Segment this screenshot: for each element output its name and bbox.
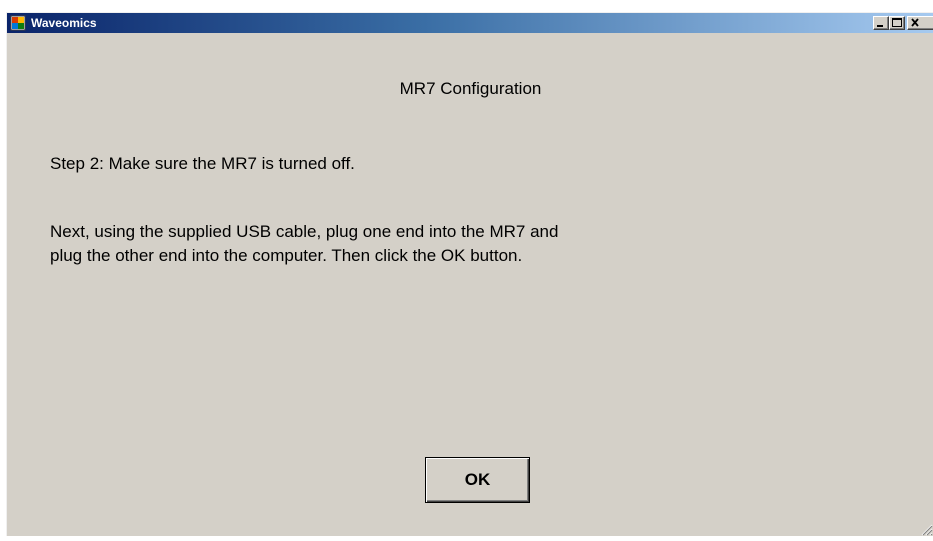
maximize-icon [892, 18, 902, 27]
instruction-text: Next, using the supplied USB cable, plug… [50, 220, 558, 268]
minimize-button[interactable] [873, 16, 889, 30]
dialog-window: Waveomics MR7 Configuration Step 2: Make… [6, 12, 933, 536]
close-icon [911, 18, 919, 27]
step-text: Step 2: Make sure the MR7 is turned off. [50, 154, 355, 173]
title-bar[interactable]: Waveomics [7, 13, 933, 33]
close-button[interactable] [907, 16, 933, 30]
resize-grip-icon[interactable] [917, 520, 933, 536]
dialog-heading: MR7 Configuration [399, 79, 542, 98]
ok-button[interactable]: OK [425, 457, 530, 503]
instruction-line: Next, using the supplied USB cable, plug… [50, 222, 559, 241]
window-title: Waveomics [31, 16, 97, 30]
minimize-icon [877, 25, 883, 27]
maximize-button[interactable] [889, 16, 905, 30]
application-icon[interactable] [10, 15, 26, 31]
instruction-line: plug the other end into the computer. Th… [50, 246, 523, 265]
